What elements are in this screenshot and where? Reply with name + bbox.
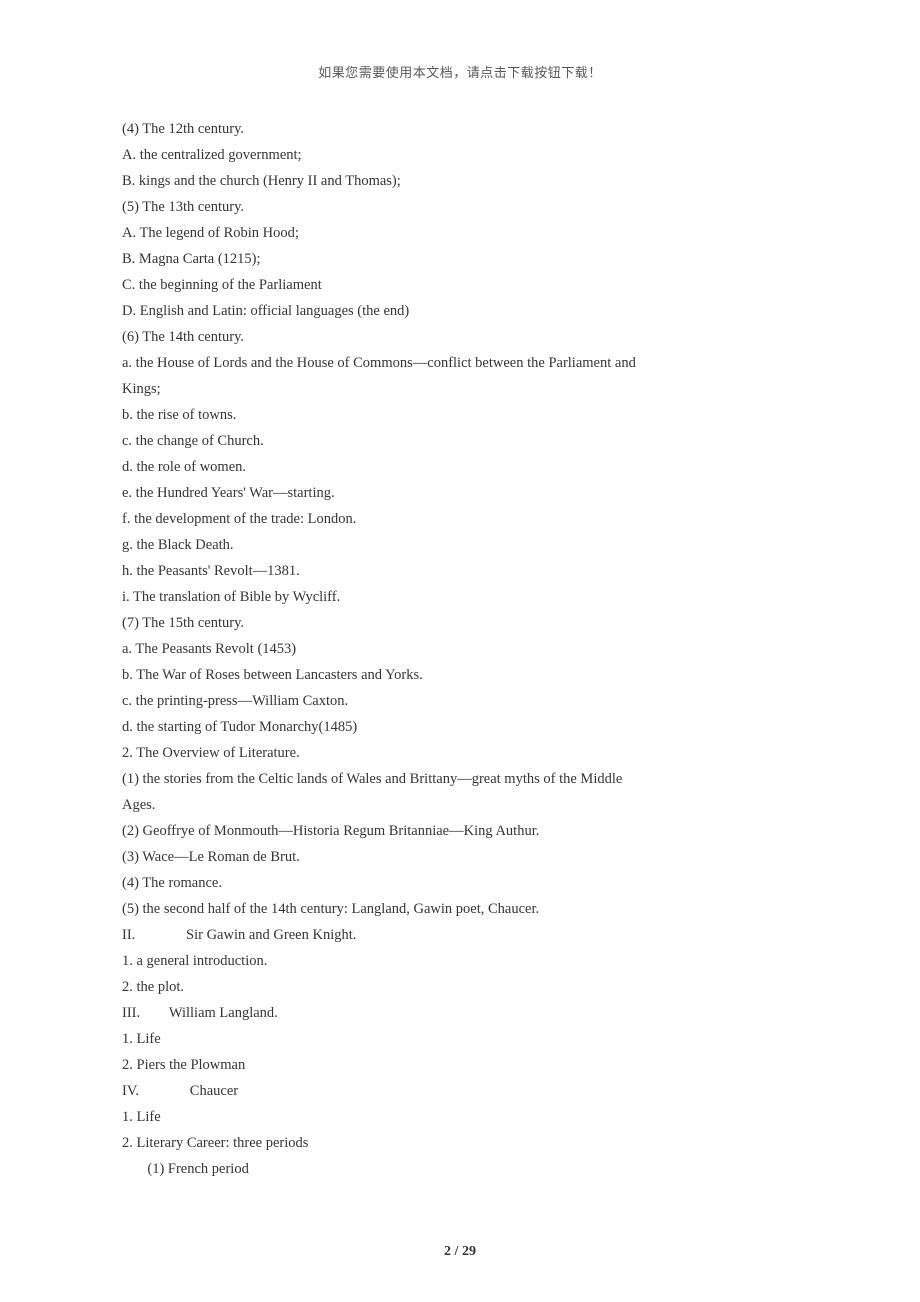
page-current: 2 xyxy=(444,1244,451,1259)
body-line: B. kings and the church (Henry II and Th… xyxy=(122,168,820,194)
page-total: 29 xyxy=(462,1244,476,1259)
body-line: 1. Life xyxy=(122,1026,820,1052)
body-line: b. The War of Roses between Lancasters a… xyxy=(122,662,820,688)
body-line: e. the Hundred Years' War—starting. xyxy=(122,480,820,506)
body-line: 2. Piers the Plowman xyxy=(122,1052,820,1078)
body-line: 1. a general introduction. xyxy=(122,948,820,974)
body-line: 1. Life xyxy=(122,1104,820,1130)
body-line: c. the printing-press—William Caxton. xyxy=(122,688,820,714)
body-line: 2. the plot. xyxy=(122,974,820,1000)
body-line: d. the role of women. xyxy=(122,454,820,480)
body-line: Ages. xyxy=(122,792,820,818)
body-line: C. the beginning of the Parliament xyxy=(122,272,820,298)
body-line: (2) Geoffrye of Monmouth—Historia Regum … xyxy=(122,818,820,844)
body-line: b. the rise of towns. xyxy=(122,402,820,428)
body-line: (6) The 14th century. xyxy=(122,324,820,350)
body-line: A. The legend of Robin Hood; xyxy=(122,220,820,246)
body-line: a. the House of Lords and the House of C… xyxy=(122,350,820,376)
body-line: (4) The romance. xyxy=(122,870,820,896)
body-line: (3) Wace—Le Roman de Brut. xyxy=(122,844,820,870)
body-line: c. the change of Church. xyxy=(122,428,820,454)
body-line: 2. Literary Career: three periods xyxy=(122,1130,820,1156)
body-line: IV. Chaucer xyxy=(122,1078,820,1104)
body-line: i. The translation of Bible by Wycliff. xyxy=(122,584,820,610)
header-note-text: 如果您需要使用本文档，请点击下载按钮下载！ xyxy=(318,65,602,80)
page-sep: / xyxy=(451,1244,462,1259)
body-line: B. Magna Carta (1215); xyxy=(122,246,820,272)
body-line: f. the development of the trade: London. xyxy=(122,506,820,532)
body-line: (4) The 12th century. xyxy=(122,116,820,142)
document-body: (4) The 12th century. A. the centralized… xyxy=(122,116,820,1182)
body-line: Kings; xyxy=(122,376,820,402)
body-line: a. The Peasants Revolt (1453) xyxy=(122,636,820,662)
body-line: 2. The Overview of Literature. xyxy=(122,740,820,766)
body-line: g. the Black Death. xyxy=(122,532,820,558)
body-line: A. the centralized government; xyxy=(122,142,820,168)
body-line: II. Sir Gawin and Green Knight. xyxy=(122,922,820,948)
body-line: (7) The 15th century. xyxy=(122,610,820,636)
body-line: (1) French period xyxy=(122,1156,820,1182)
body-line: (5) The 13th century. xyxy=(122,194,820,220)
body-line: (1) the stories from the Celtic lands of… xyxy=(122,766,820,792)
body-line: (5) the second half of the 14th century:… xyxy=(122,896,820,922)
body-line: III. William Langland. xyxy=(122,1000,820,1026)
page-number: 2 / 29 xyxy=(0,1244,920,1260)
body-line: d. the starting of Tudor Monarchy(1485) xyxy=(122,714,820,740)
body-line: h. the Peasants' Revolt—1381. xyxy=(122,558,820,584)
body-line: D. English and Latin: official languages… xyxy=(122,298,820,324)
header-note: 如果您需要使用本文档，请点击下载按钮下载！ xyxy=(0,62,920,81)
